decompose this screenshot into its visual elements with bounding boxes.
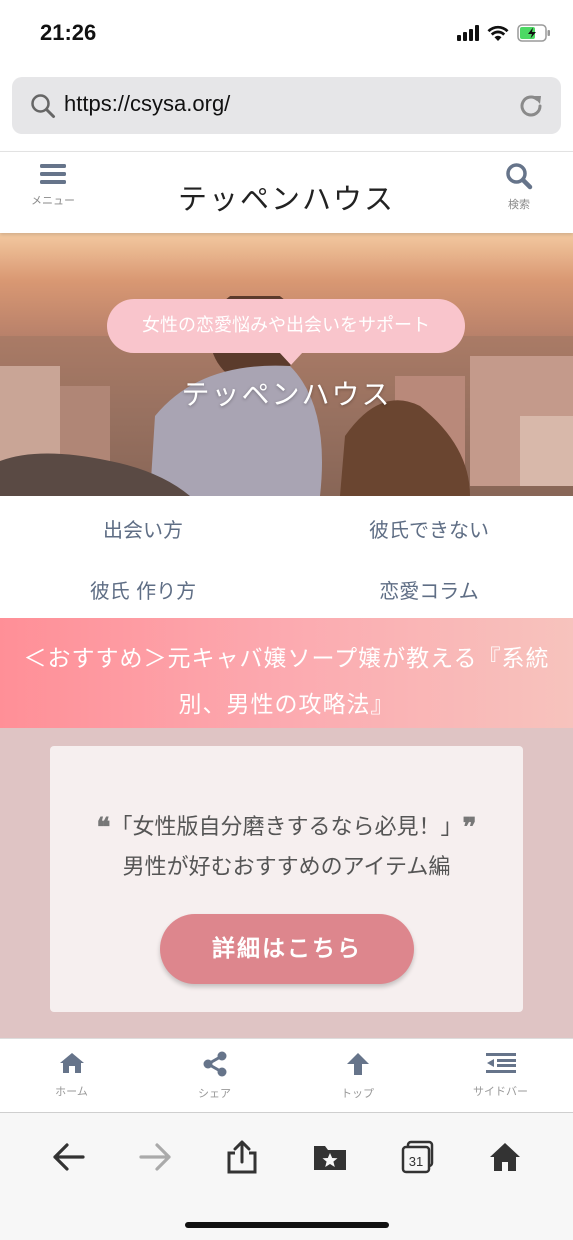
- details-button[interactable]: 詳細はこちら: [160, 914, 414, 984]
- nav-link-love-column[interactable]: 恋愛コラム: [286, 575, 572, 604]
- cellular-signal-icon: [457, 25, 479, 41]
- search-icon: [31, 94, 55, 118]
- footer-sidebar-button[interactable]: サイドバー: [429, 1051, 572, 1099]
- home-icon: [490, 1143, 520, 1171]
- footer-home-label: ホーム: [55, 1085, 88, 1098]
- footer-home-button[interactable]: ホーム: [0, 1051, 143, 1099]
- featured-section: ❝「女性版自分磨きするなら必見！」❞ 男性が好むおすすめのアイテム編 詳細はこち…: [0, 728, 573, 1038]
- open-quote-icon: ❝: [96, 813, 111, 843]
- browser-address-area: https://csysa.org/: [0, 70, 573, 150]
- back-arrow-icon: [53, 1143, 85, 1171]
- quote-line-1: 「女性版自分磨きするなら必見！」: [110, 815, 463, 840]
- status-time: 21:26: [40, 20, 97, 45]
- site-title[interactable]: テッペンハウス: [0, 176, 573, 218]
- footer-share-button[interactable]: シェア: [143, 1051, 286, 1101]
- tabs-count: 31: [409, 1154, 423, 1169]
- arrow-up-icon: [346, 1053, 369, 1075]
- share-sheet-button[interactable]: [220, 1135, 264, 1179]
- category-nav: 出会い方 彼氏できない 彼氏 作り方 恋愛コラム: [0, 496, 573, 618]
- home-indicator: [185, 1222, 389, 1228]
- footer-sidebar-label: サイドバー: [473, 1085, 528, 1098]
- reload-icon[interactable]: [517, 92, 545, 120]
- quote-line-2: 男性が好むおすすめのアイテム編: [122, 855, 451, 880]
- footer-nav: ホーム シェア トップ サイドバー: [0, 1038, 573, 1112]
- forward-arrow-icon: [139, 1143, 171, 1171]
- sidebar-icon: [485, 1053, 516, 1073]
- footer-top-button[interactable]: トップ: [286, 1051, 429, 1101]
- status-bar: 21:26: [0, 0, 573, 70]
- url-bar[interactable]: https://csysa.org/: [12, 77, 561, 134]
- home-icon: [59, 1053, 84, 1073]
- banner-line-2: 別、男性の攻略法』: [178, 692, 395, 718]
- recommend-banner[interactable]: ＜おすすめ＞元キャバ嬢ソープ嬢が教える『系統 別、男性の攻略法』: [0, 618, 573, 728]
- nav-link-meeting[interactable]: 出会い方: [0, 514, 286, 543]
- hero-tagline: 女性の恋愛悩みや出会いをサポート: [107, 299, 465, 365]
- footer-top-label: トップ: [341, 1087, 374, 1100]
- browser-toolbar: 31: [0, 1112, 573, 1240]
- share-upload-icon: [227, 1140, 257, 1174]
- bookmarks-button[interactable]: [308, 1135, 352, 1179]
- url-text[interactable]: https://csysa.org/: [64, 91, 230, 117]
- banner-line-1: ＜おすすめ＞元キャバ嬢ソープ嬢が教える『系統: [23, 646, 550, 672]
- bookmark-folder-icon: [314, 1146, 346, 1170]
- browser-home-button[interactable]: [483, 1135, 527, 1179]
- search-icon: [506, 163, 533, 190]
- tabs-button[interactable]: 31: [396, 1135, 440, 1179]
- status-icons: [457, 24, 551, 42]
- close-quote-icon: ❞: [462, 813, 477, 843]
- forward-button[interactable]: [134, 1135, 178, 1179]
- search-label: 検索: [508, 198, 530, 211]
- battery-icon: [517, 24, 550, 42]
- site-search-button[interactable]: 検索: [489, 162, 549, 212]
- wifi-icon: [487, 25, 509, 41]
- share-icon: [203, 1051, 226, 1077]
- footer-share-label: シェア: [198, 1087, 231, 1100]
- hero-site-name: テッペンハウス: [181, 378, 392, 411]
- nav-link-make-boyfriend[interactable]: 彼氏 作り方: [0, 575, 286, 604]
- site-header: メニュー テッペンハウス 検索: [0, 151, 573, 233]
- back-button[interactable]: [46, 1135, 90, 1179]
- nav-link-no-boyfriend[interactable]: 彼氏できない: [286, 514, 572, 543]
- featured-card: ❝「女性版自分磨きするなら必見！」❞ 男性が好むおすすめのアイテム編 詳細はこち…: [50, 746, 523, 1012]
- featured-quote: ❝「女性版自分磨きするなら必見！」❞ 男性が好むおすすめのアイテム編: [50, 808, 523, 888]
- hero-banner: 女性の恋愛悩みや出会いをサポート テッペンハウス: [0, 233, 573, 496]
- tabs-icon: 31: [401, 1140, 434, 1174]
